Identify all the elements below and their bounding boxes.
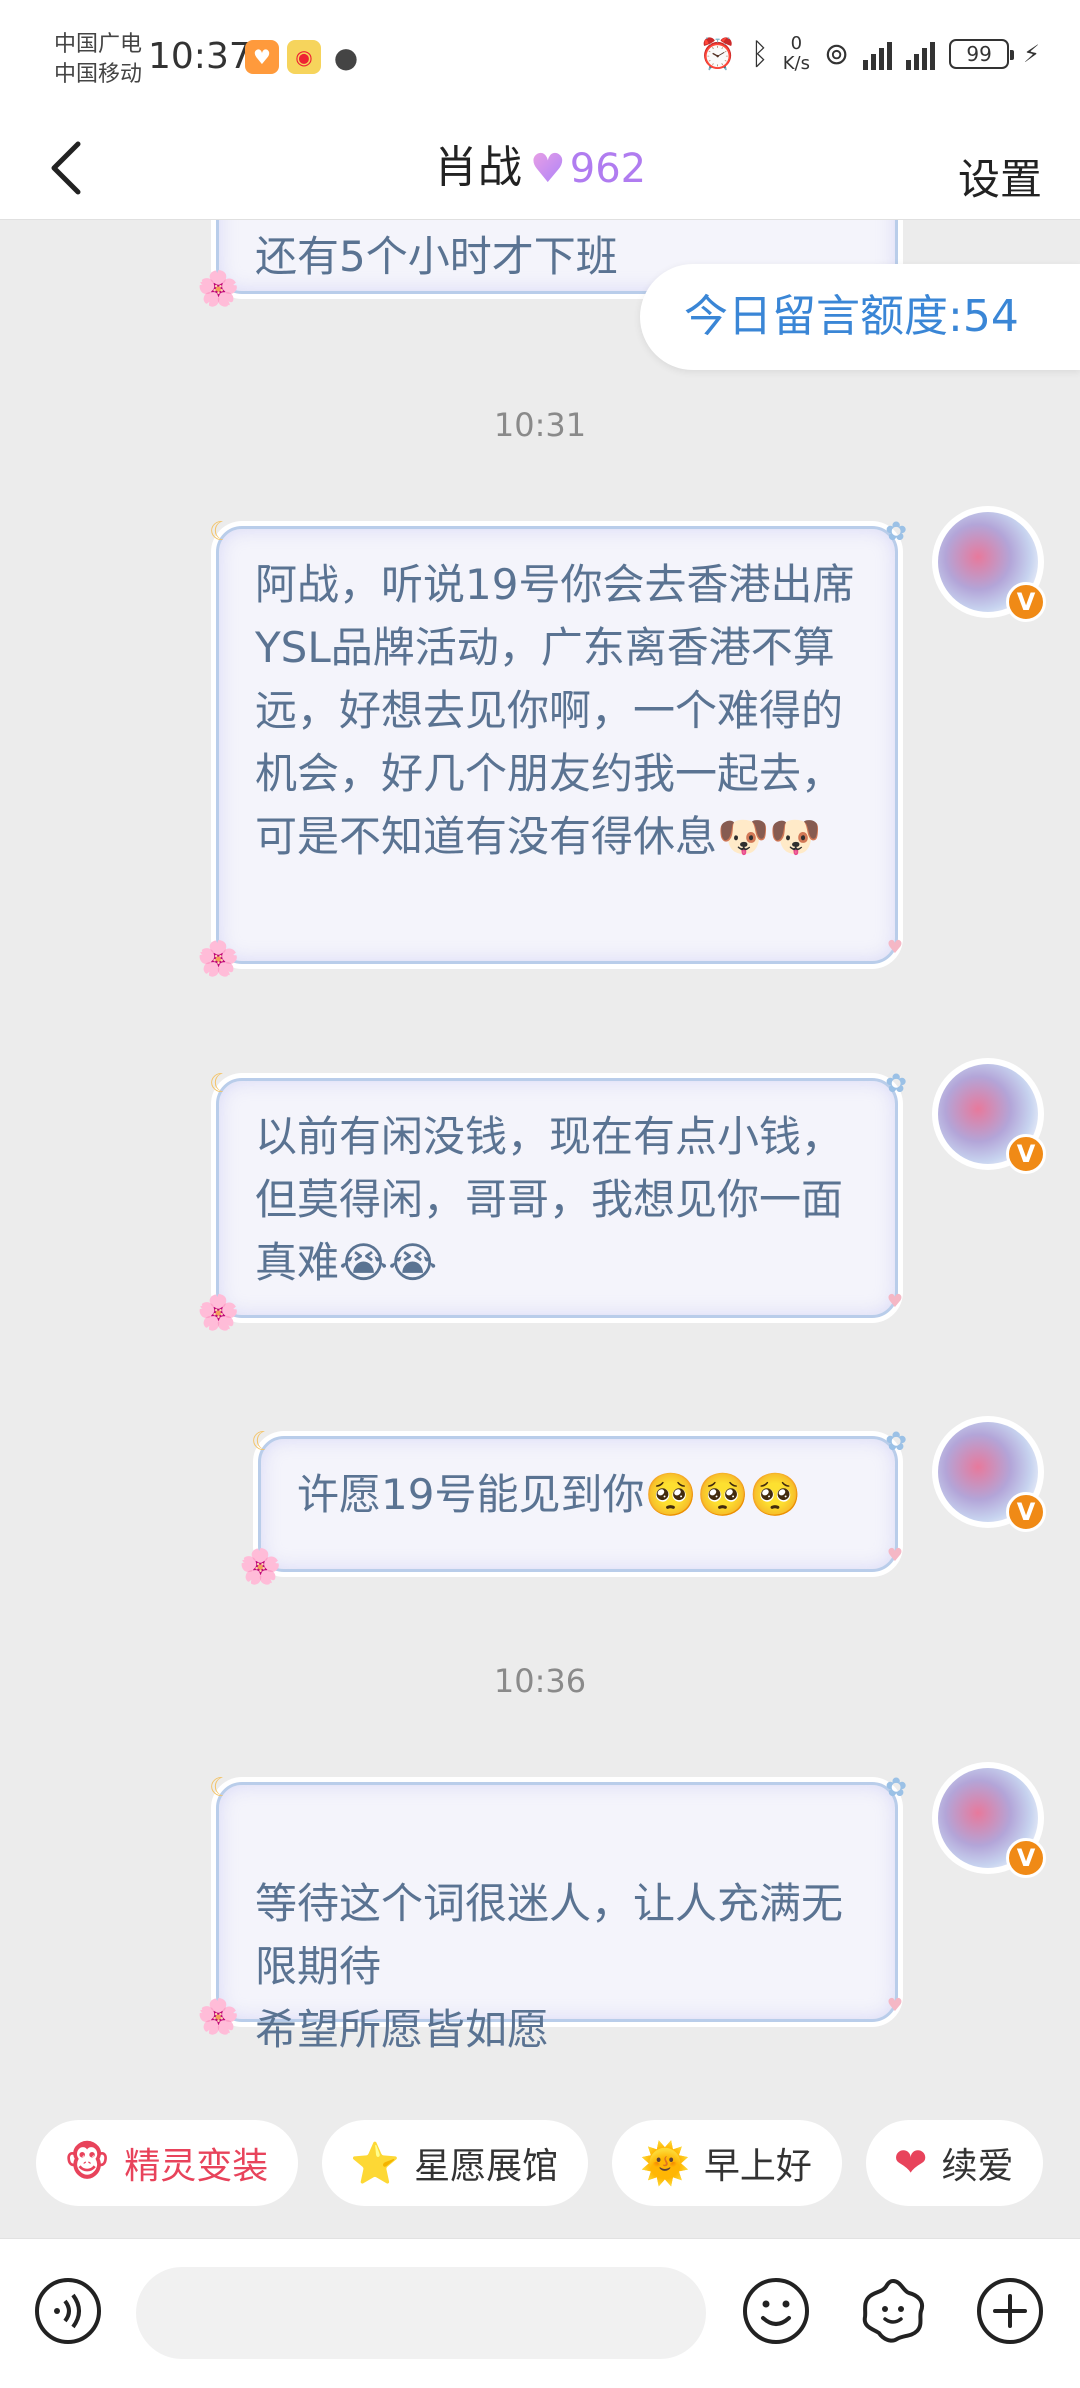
avatar[interactable]: V bbox=[932, 1762, 1046, 1878]
star-icon: ⭐ bbox=[350, 2140, 401, 2187]
message-text: 等待这个词很迷人，让人充满无限期待 希望所愿皆如愿 bbox=[255, 1879, 844, 2054]
carrier-2: 中国移动 bbox=[54, 62, 143, 87]
bluetooth-icon: ᛒ bbox=[750, 36, 769, 72]
chip-label: 续爱 bbox=[941, 2146, 1014, 2187]
flower-decoration-icon: 🌸 bbox=[197, 939, 240, 979]
quick-action-renew-love[interactable]: ❤ 续爱 bbox=[865, 2120, 1044, 2206]
message-bubble[interactable]: 等待这个词很迷人，让人充满无限期待 希望所愿皆如愿 ☾ ✿ 🌸 ♥ bbox=[197, 1773, 907, 2054]
plus-icon bbox=[977, 2278, 1043, 2344]
emoji-button[interactable] bbox=[740, 2275, 812, 2347]
sticker-button[interactable] bbox=[857, 2275, 929, 2347]
moon-decoration-icon: ☾ bbox=[209, 517, 233, 547]
quick-actions: 🐵 精灵变装 ⭐ 星愿展馆 🌞 早上好 ❤ 续爱 bbox=[0, 2120, 1080, 2220]
title-bar: 肖战 ♥ 962 设置 bbox=[0, 116, 1080, 220]
chat-area[interactable]: 还有5个小时才下班 🌸 今日留言额度:54 10:31 阿战，听说19号你会去香… bbox=[0, 220, 1080, 2100]
monkey-icon: 🐵 bbox=[64, 2140, 111, 2186]
smile-icon bbox=[743, 2278, 809, 2344]
sun-face-icon: 🌞 bbox=[640, 2140, 690, 2187]
contact-name: 肖战 bbox=[433, 142, 522, 193]
bow-decoration-icon: ✿ bbox=[885, 1773, 907, 1803]
avatar[interactable]: V bbox=[932, 1416, 1046, 1532]
voice-button[interactable] bbox=[32, 2275, 104, 2347]
intimacy-level: 962 bbox=[569, 146, 647, 192]
message-text: 阿战，听说19号你会去香港出席YSL品牌活动，广东离香港不算远，好想去见你啊，一… bbox=[255, 560, 855, 861]
quick-action-costume[interactable]: 🐵 精灵变装 bbox=[36, 2120, 299, 2206]
settings-button[interactable]: 设置 bbox=[958, 146, 1042, 207]
message-bubble-icon: ● bbox=[333, 40, 359, 74]
message-quota-badge: 今日留言额度:54 bbox=[640, 264, 1080, 370]
message-text: 还有5个小时才下班 bbox=[255, 232, 618, 281]
verified-badge-icon: V bbox=[1006, 1492, 1046, 1532]
heart-icon: ♥ bbox=[530, 139, 566, 199]
moon-decoration-icon: ☾ bbox=[251, 1427, 275, 1457]
carrier-1: 中国广电 bbox=[54, 32, 143, 57]
chip-label: 星愿展馆 bbox=[414, 2146, 559, 2187]
quick-action-good-morning[interactable]: 🌞 早上好 bbox=[612, 2120, 842, 2206]
charging-icon: ⚡ bbox=[1023, 40, 1040, 68]
flower-decoration-icon: 🌸 bbox=[197, 269, 240, 309]
message-text: 以前有闲没钱，现在有点小钱，但莫得闲，哥哥，我想见你一面真难😭😭 bbox=[255, 1112, 844, 1287]
carrier-info: 中国广电 中国移动 bbox=[54, 30, 142, 90]
status-bar: 中国广电 中国移动 10:37 ♥ ◉ ● ⏰ ᛒ 0 K/s ⊚ 99 ⚡ bbox=[0, 0, 1080, 116]
heart-decoration-icon: ♥ bbox=[886, 1995, 903, 2016]
message-bubble[interactable]: 许愿19号能见到你🥺🥺🥺 ☾ ✿ 🌸 ♥ bbox=[239, 1427, 907, 1587]
net-speed-value: 0 bbox=[790, 33, 803, 54]
avatar[interactable]: V bbox=[932, 506, 1046, 622]
battery-icon: 99 bbox=[949, 39, 1015, 69]
heart-icon: ❤ bbox=[893, 2140, 928, 2186]
quick-action-wish-gallery[interactable]: ⭐ 星愿展馆 bbox=[322, 2120, 589, 2206]
voice-icon bbox=[35, 2278, 101, 2344]
input-bar bbox=[0, 2238, 1080, 2388]
quota-label: 今日留言额度:54 bbox=[684, 291, 1019, 342]
verified-badge-icon: V bbox=[1006, 1838, 1046, 1878]
signal-2-icon bbox=[906, 38, 936, 70]
moon-decoration-icon: ☾ bbox=[209, 1069, 233, 1099]
status-right: ⏰ ᛒ 0 K/s ⊚ 99 ⚡ bbox=[699, 34, 1040, 74]
net-speed: 0 K/s bbox=[783, 34, 810, 74]
flower-decoration-icon: 🌸 bbox=[239, 1547, 282, 1587]
flower-decoration-icon: 🌸 bbox=[197, 1293, 240, 1333]
bow-decoration-icon: ✿ bbox=[885, 1069, 907, 1099]
message-bubble[interactable]: 阿战，听说19号你会去香港出席YSL品牌活动，广东离香港不算远，好想去见你啊，一… bbox=[197, 517, 907, 979]
chip-label: 精灵变装 bbox=[124, 2146, 269, 2187]
orange-heart-app-icon: ♥ bbox=[245, 40, 279, 74]
plus-button[interactable] bbox=[974, 2275, 1046, 2347]
page-title: 肖战 ♥ 962 bbox=[0, 138, 1080, 199]
signal-1-icon bbox=[863, 38, 893, 70]
heart-decoration-icon: ♥ bbox=[886, 937, 903, 958]
message-bubble[interactable]: 以前有闲没钱，现在有点小钱，但莫得闲，哥哥，我想见你一面真难😭😭 ☾ ✿ 🌸 ♥ bbox=[197, 1069, 907, 1333]
flower-decoration-icon: 🌸 bbox=[197, 1997, 240, 2037]
message-text: 许愿19号能见到你🥺🥺🥺 bbox=[297, 1470, 802, 1519]
verified-badge-icon: V bbox=[1006, 582, 1046, 622]
status-time: 10:37 bbox=[148, 36, 252, 77]
moon-decoration-icon: ☾ bbox=[209, 1773, 233, 1803]
heart-decoration-icon: ♥ bbox=[886, 1545, 903, 1566]
heart-decoration-icon: ♥ bbox=[886, 1291, 903, 1312]
timestamp: 10:36 bbox=[493, 1662, 587, 1700]
timestamp: 10:31 bbox=[493, 406, 587, 444]
chip-label: 早上好 bbox=[703, 2146, 812, 2187]
bow-decoration-icon: ✿ bbox=[885, 517, 907, 547]
bow-decoration-icon: ✿ bbox=[885, 1427, 907, 1457]
avatar[interactable]: V bbox=[932, 1058, 1046, 1174]
weibo-app-icon: ◉ bbox=[287, 40, 321, 74]
verified-badge-icon: V bbox=[1006, 1134, 1046, 1174]
alarm-icon: ⏰ bbox=[699, 36, 737, 72]
message-input[interactable] bbox=[136, 2267, 706, 2359]
flower-face-icon bbox=[862, 2278, 924, 2343]
hotspot-icon: ⊚ bbox=[824, 36, 850, 72]
net-speed-unit: K/s bbox=[782, 53, 810, 74]
notification-icons: ♥ ◉ ● bbox=[245, 40, 363, 74]
